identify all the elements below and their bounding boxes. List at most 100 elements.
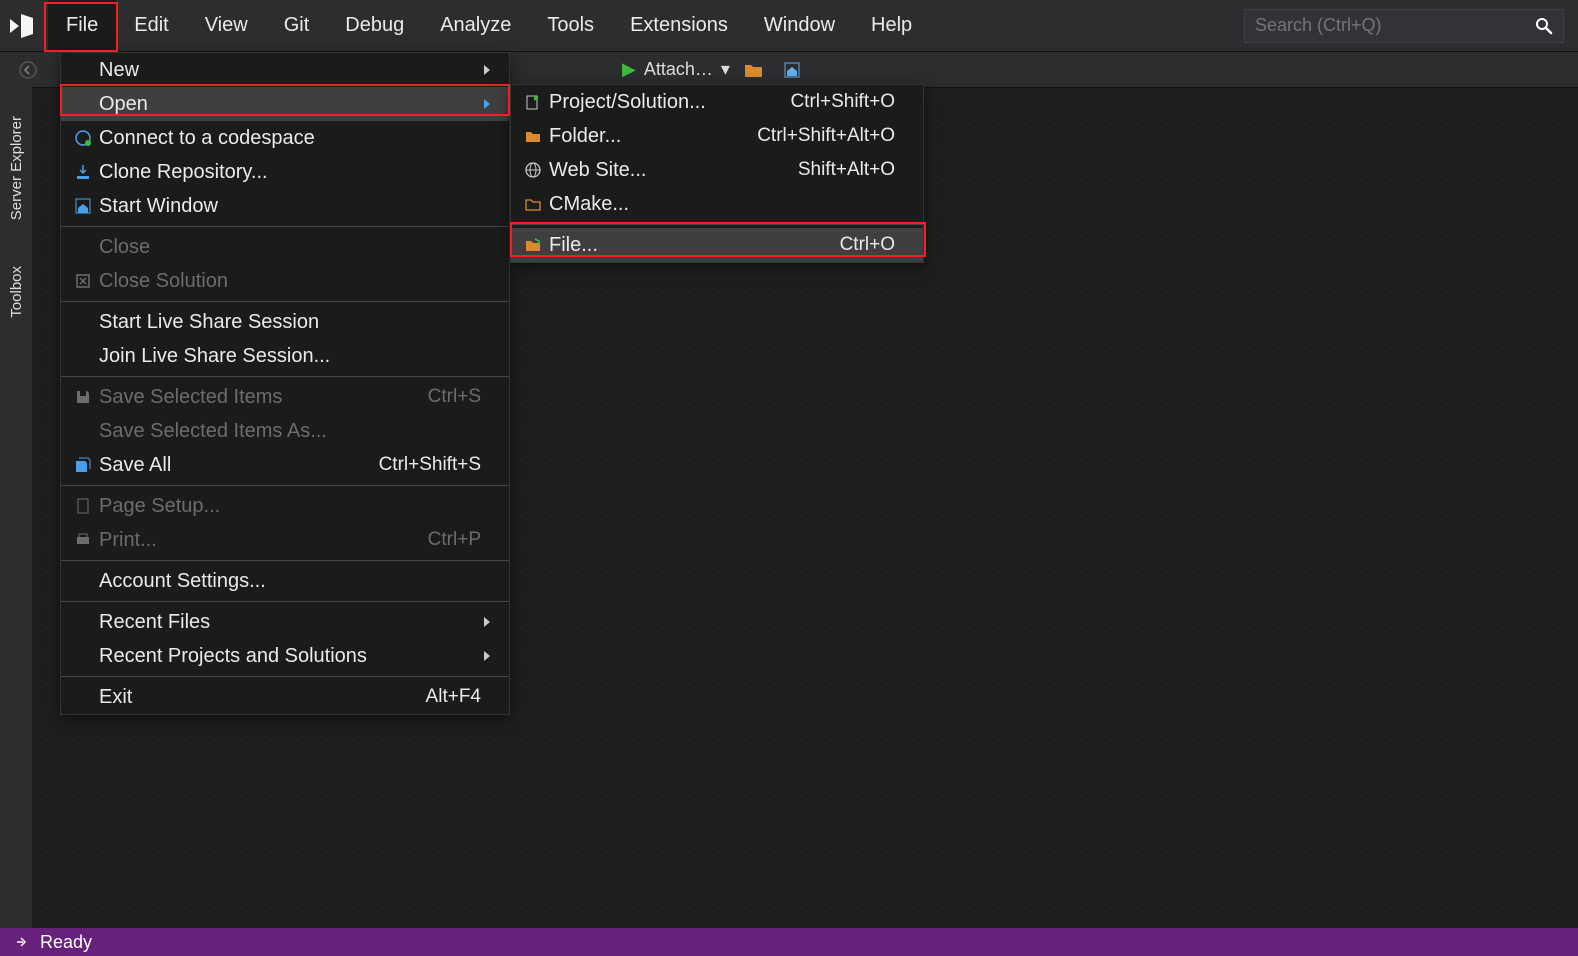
side-rail: Server Explorer Toolbox bbox=[0, 82, 32, 928]
shortcut-label: Ctrl+Shift+Alt+O bbox=[747, 125, 895, 147]
saveall-icon bbox=[67, 456, 99, 474]
side-tab-server-explorer[interactable]: Server Explorer bbox=[6, 112, 27, 224]
open-menu-label: File... bbox=[549, 234, 830, 257]
submenu-arrow-icon bbox=[481, 98, 493, 110]
file-menu-label: Join Live Share Session... bbox=[99, 345, 481, 368]
open-menu-folder[interactable]: Folder...Ctrl+Shift+Alt+O bbox=[511, 119, 923, 153]
file-menu-label: Exit bbox=[99, 686, 416, 709]
shortcut-label: Ctrl+P bbox=[418, 529, 481, 551]
file-menu-label: Recent Files bbox=[99, 611, 481, 634]
file-icon bbox=[517, 236, 549, 254]
open-menu-file[interactable]: File...Ctrl+O bbox=[511, 228, 923, 262]
file-menu-exit[interactable]: ExitAlt+F4 bbox=[61, 680, 509, 714]
file-menu-open[interactable]: Open bbox=[61, 87, 509, 121]
cmake-icon bbox=[517, 195, 549, 213]
file-menu-label: Save All bbox=[99, 454, 369, 477]
file-menu-save-selected-items: Save Selected ItemsCtrl+S bbox=[61, 380, 509, 414]
toolbar-home-icon[interactable] bbox=[778, 56, 806, 84]
file-menu-start-window[interactable]: Start Window bbox=[61, 189, 509, 223]
file-menu-recent-projects-and-solutions[interactable]: Recent Projects and Solutions bbox=[61, 639, 509, 673]
menu-window[interactable]: Window bbox=[746, 0, 853, 51]
file-menu-close: Close bbox=[61, 230, 509, 264]
file-menu-new[interactable]: New bbox=[61, 53, 509, 87]
submenu-arrow-icon bbox=[481, 650, 493, 662]
menu-file[interactable]: File bbox=[48, 0, 116, 51]
open-menu-web-site[interactable]: Web Site...Shift+Alt+O bbox=[511, 153, 923, 187]
menu-git[interactable]: Git bbox=[266, 0, 328, 51]
globe-icon bbox=[517, 161, 549, 179]
file-menu-label: Start Window bbox=[99, 195, 481, 218]
file-menu-label: Page Setup... bbox=[99, 495, 481, 518]
file-menu-start-live-share-session[interactable]: Start Live Share Session bbox=[61, 305, 509, 339]
file-menu-close-solution: Close Solution bbox=[61, 264, 509, 298]
open-menu-label: Folder... bbox=[549, 125, 747, 148]
file-menu-label: Account Settings... bbox=[99, 570, 481, 593]
shortcut-label: Ctrl+Shift+O bbox=[780, 91, 895, 113]
save-icon bbox=[67, 388, 99, 406]
print-icon bbox=[67, 531, 99, 549]
menu-extensions[interactable]: Extensions bbox=[612, 0, 746, 51]
attach-button[interactable]: ▶ Attach… ▾ bbox=[622, 59, 730, 80]
download-icon bbox=[67, 163, 99, 181]
file-menu-label: Save Selected Items As... bbox=[99, 420, 481, 443]
menu-bar: FileEditViewGitDebugAnalyzeToolsExtensio… bbox=[0, 0, 1578, 52]
open-menu-cmake[interactable]: CMake... bbox=[511, 187, 923, 221]
submenu-arrow-icon bbox=[481, 616, 493, 628]
chevron-down-icon: ▾ bbox=[721, 59, 730, 80]
app-logo-icon bbox=[8, 13, 38, 39]
play-icon: ▶ bbox=[622, 59, 636, 80]
menu-help[interactable]: Help bbox=[853, 0, 930, 51]
file-menu-label: Connect to a codespace bbox=[99, 127, 481, 150]
file-menu-print: Print...Ctrl+P bbox=[61, 523, 509, 557]
open-menu-label: Web Site... bbox=[549, 159, 788, 182]
shortcut-label: Ctrl+O bbox=[830, 234, 895, 256]
file-menu-save-all[interactable]: Save AllCtrl+Shift+S bbox=[61, 448, 509, 482]
menu-view[interactable]: View bbox=[187, 0, 266, 51]
file-menu-clone-repository[interactable]: Clone Repository... bbox=[61, 155, 509, 189]
file-menu-label: Start Live Share Session bbox=[99, 311, 481, 334]
submenu-arrow-icon bbox=[481, 64, 493, 76]
open-menu-label: CMake... bbox=[549, 193, 895, 216]
file-menu-join-live-share-session[interactable]: Join Live Share Session... bbox=[61, 339, 509, 373]
open-submenu: Project/Solution...Ctrl+Shift+OFolder...… bbox=[510, 84, 924, 263]
status-arrow-icon bbox=[14, 935, 28, 949]
file-menu-page-setup: Page Setup... bbox=[61, 489, 509, 523]
search-box[interactable] bbox=[1244, 9, 1564, 43]
folder-icon bbox=[517, 127, 549, 145]
file-menu-label: Clone Repository... bbox=[99, 161, 481, 184]
connect-icon bbox=[67, 129, 99, 147]
search-input[interactable] bbox=[1255, 15, 1535, 36]
menu-edit[interactable]: Edit bbox=[116, 0, 186, 51]
side-tab-toolbox[interactable]: Toolbox bbox=[6, 262, 27, 322]
file-menu-dropdown: New Open Connect to a codespace Clone Repos… bbox=[60, 52, 510, 715]
status-bar: Ready bbox=[0, 928, 1578, 956]
open-menu-label: Project/Solution... bbox=[549, 91, 780, 114]
menu-tools[interactable]: Tools bbox=[529, 0, 612, 51]
attach-label: Attach… bbox=[644, 59, 713, 80]
file-menu-account-settings[interactable]: Account Settings... bbox=[61, 564, 509, 598]
menu-analyze[interactable]: Analyze bbox=[422, 0, 529, 51]
status-text: Ready bbox=[40, 932, 92, 953]
toolbar-folder-icon[interactable] bbox=[740, 56, 768, 84]
file-menu-connect-to-a-codespace[interactable]: Connect to a codespace bbox=[61, 121, 509, 155]
file-menu-label: Recent Projects and Solutions bbox=[99, 645, 481, 668]
file-menu-label: Open bbox=[99, 93, 481, 116]
file-menu-label: Save Selected Items bbox=[99, 386, 418, 409]
menu-debug[interactable]: Debug bbox=[327, 0, 422, 51]
back-button[interactable] bbox=[14, 56, 42, 84]
search-icon bbox=[1535, 17, 1553, 35]
open-menu-project-solution[interactable]: Project/Solution...Ctrl+Shift+O bbox=[511, 85, 923, 119]
home-icon bbox=[67, 197, 99, 215]
file-menu-label: Print... bbox=[99, 529, 418, 552]
file-menu-label: New bbox=[99, 59, 481, 82]
proj-icon bbox=[517, 93, 549, 111]
shortcut-label: Alt+F4 bbox=[416, 686, 481, 708]
shortcut-label: Ctrl+S bbox=[418, 386, 481, 408]
file-menu-label: Close bbox=[99, 236, 481, 259]
file-menu-save-selected-items-as: Save Selected Items As... bbox=[61, 414, 509, 448]
shortcut-label: Ctrl+Shift+S bbox=[369, 454, 481, 476]
file-menu-recent-files[interactable]: Recent Files bbox=[61, 605, 509, 639]
close-sol-icon bbox=[67, 272, 99, 290]
shortcut-label: Shift+Alt+O bbox=[788, 159, 895, 181]
file-menu-label: Close Solution bbox=[99, 270, 481, 293]
